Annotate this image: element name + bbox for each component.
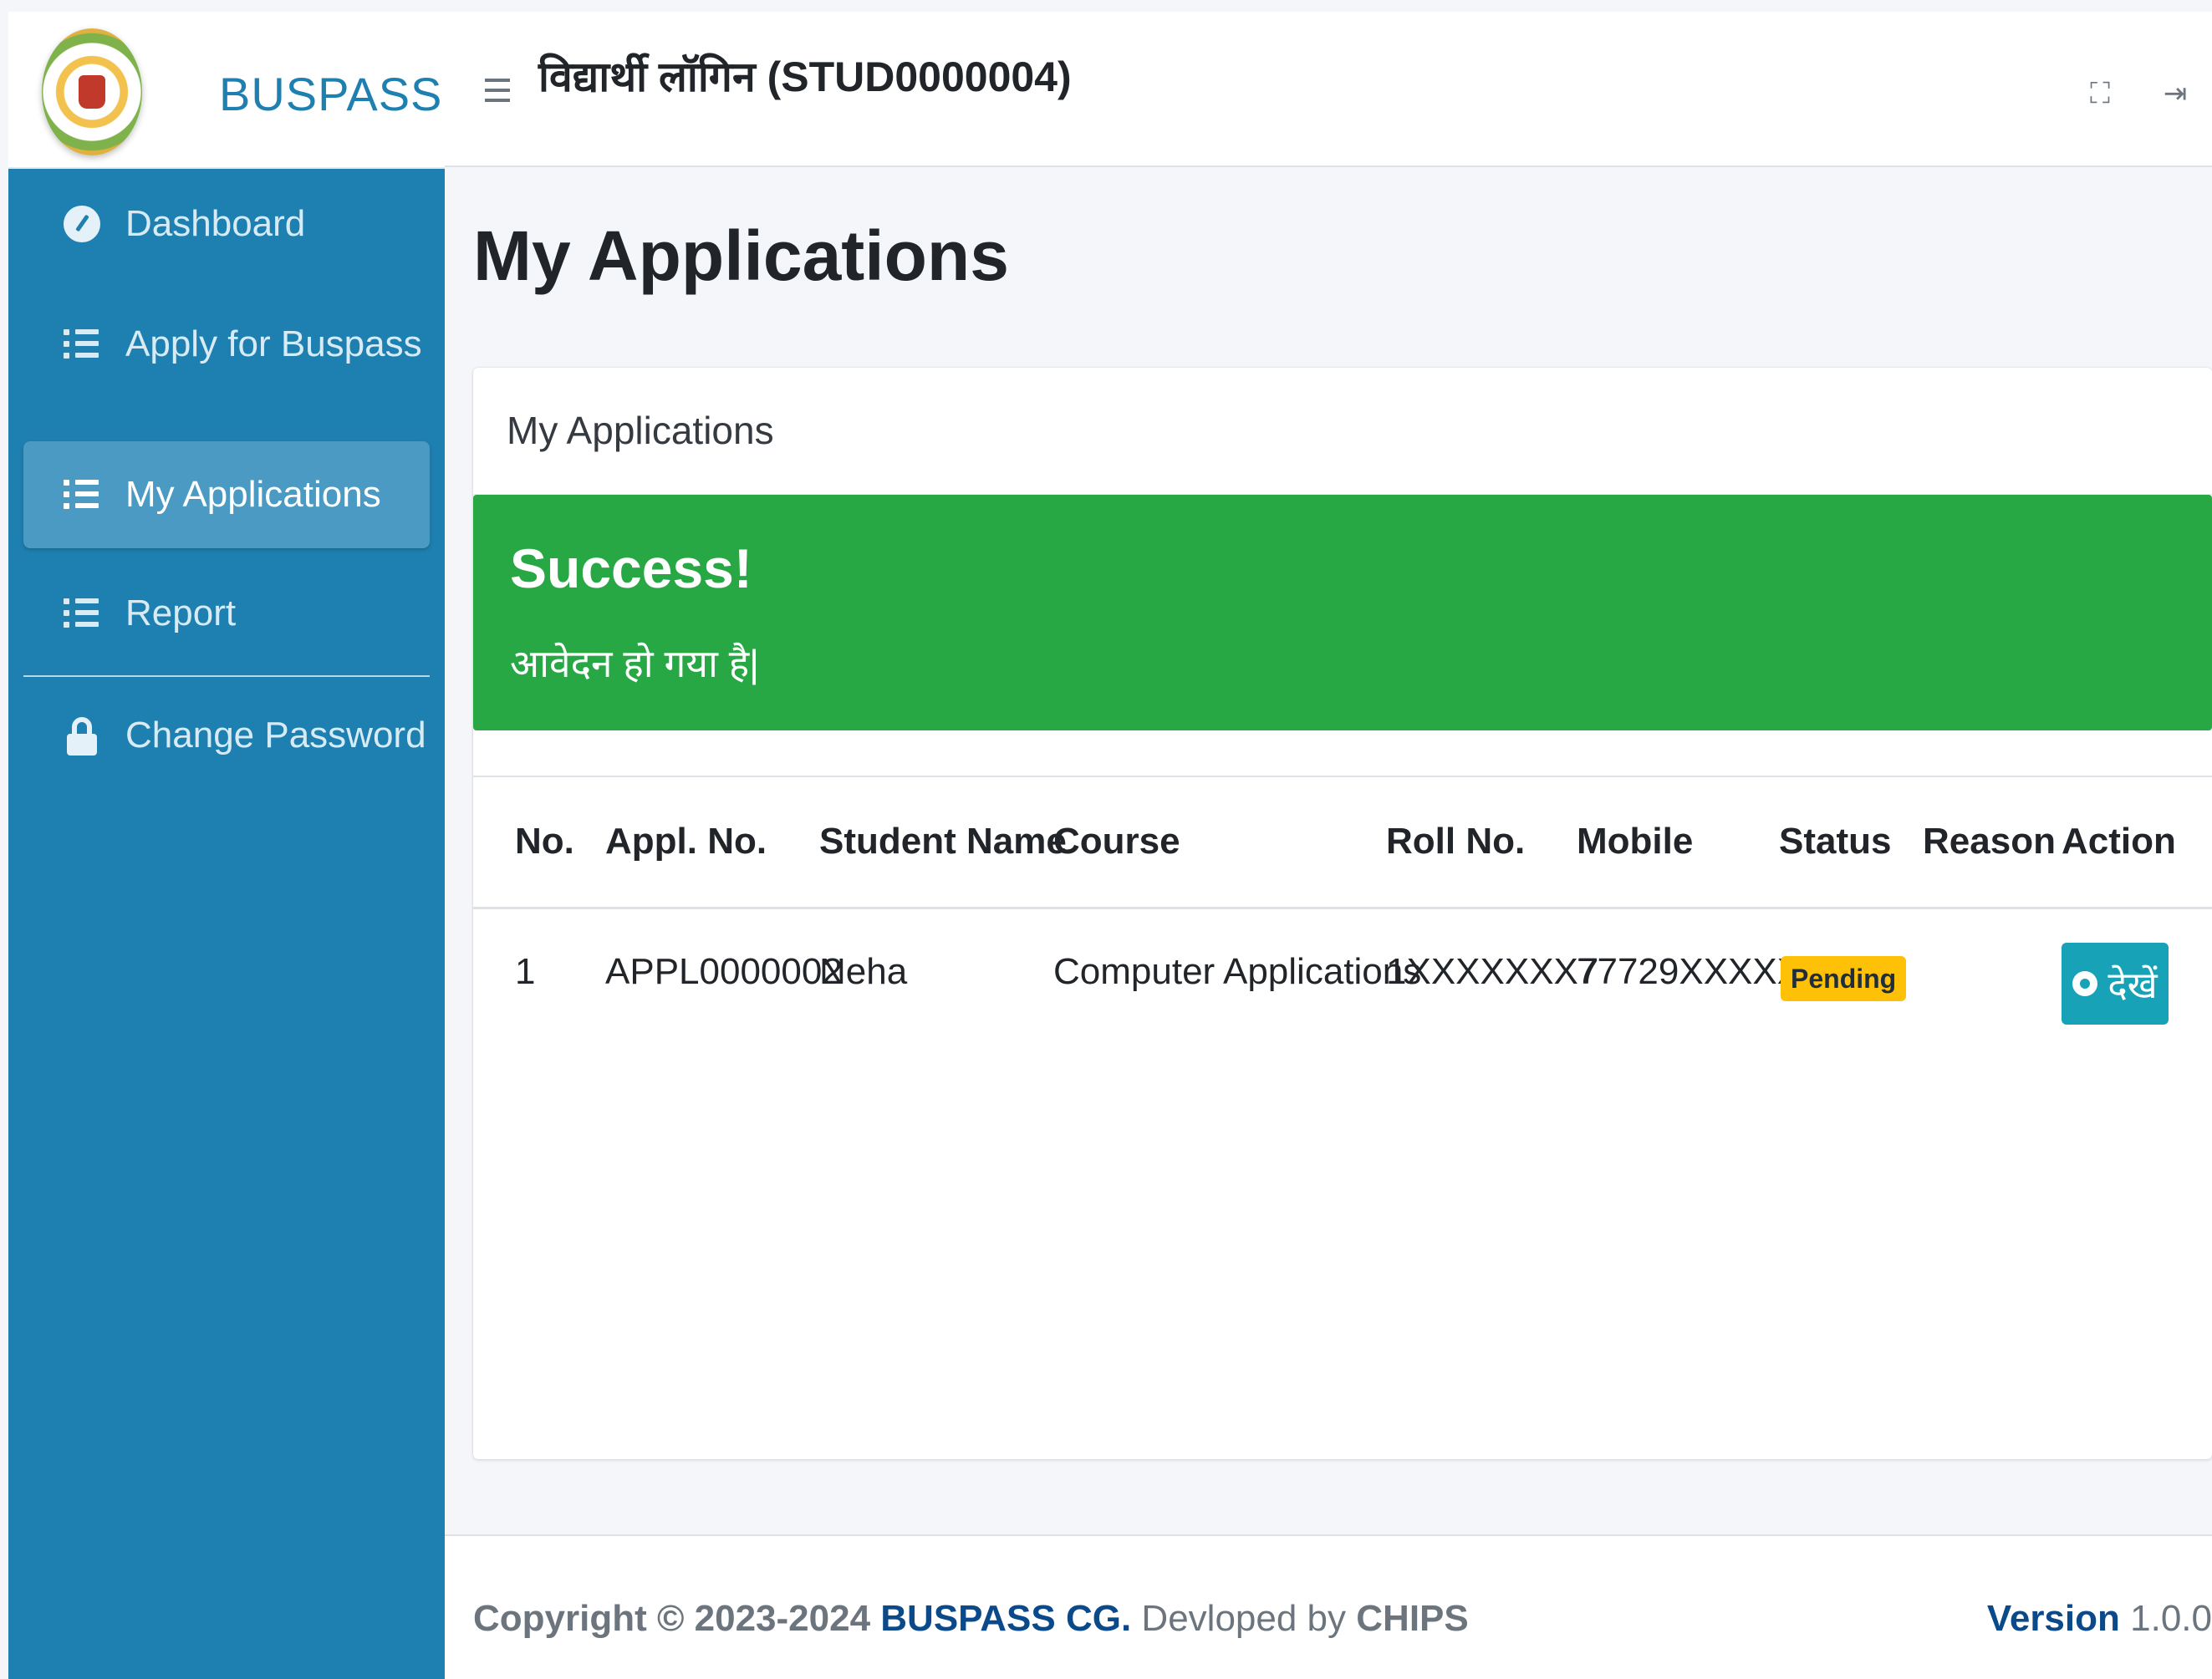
cell-student-name: Neha [819,951,908,992]
version-label: Version [1986,1598,2120,1639]
logout-icon[interactable]: ⇥ [2160,79,2190,109]
sidebar-item-my-applications[interactable]: My Applications [23,441,430,548]
government-emblem-logo [42,28,142,155]
footer-version: Version 1.0.0 [1987,1598,2212,1640]
card-header: My Applications [473,368,2212,495]
developed-by-text: Devloped by [1141,1598,1347,1639]
column-header-mobile: Mobile [1577,821,1694,862]
view-button[interactable]: देखें [2062,943,2169,1025]
header-title: विद्यार्थी लॉगिन (STUD0000004) [538,53,1072,100]
table-header: No. Appl. No. Student Name Course Roll N… [473,776,2212,909]
app-frame: BUSPASS Dashboard Apply for Buspass My A… [0,0,2212,1679]
lock-icon [64,717,100,756]
sidebar-item-label: Apply for Buspass [125,323,422,364]
column-header-reason: Reason [1923,821,2056,862]
list-icon [64,326,100,363]
column-header-status: Status [1779,821,1892,862]
emblem-center [79,75,105,109]
sidebar-divider [23,675,430,677]
cell-roll-no: 1XXXXXXX7 [1386,951,1599,992]
hamburger-menu-icon[interactable] [485,75,510,105]
sidebar-item-dashboard[interactable]: Dashboard [23,170,430,277]
list-icon [64,595,100,632]
sidebar-item-apply-for-buspass[interactable]: Apply for Buspass [23,291,430,398]
cell-mobile: 77729XXXXX [1577,951,1802,992]
sidebar: BUSPASS Dashboard Apply for Buspass My A… [8,12,445,1679]
cell-appl-no: APPL0000002 [605,951,843,992]
brand-link[interactable]: BUSPASS [8,12,445,169]
view-button-label: देखें [2108,965,2158,1006]
developer-name: CHIPS [1356,1598,1469,1639]
applications-card: My Applications Success! आवेदन हो गया है… [473,368,2212,1459]
column-header-student-name: Student Name [819,821,1067,862]
alert-heading: Success! [510,537,752,599]
footer-brand-link[interactable]: BUSPASS CG. [880,1598,1131,1639]
column-header-no: No. [515,821,574,862]
sidebar-item-label: Change Password [125,715,426,756]
column-header-course: Course [1053,821,1180,862]
dashboard-icon [64,206,100,242]
card-title: My Applications [507,409,774,452]
brand-name: BUSPASS [219,68,443,120]
table-row: 1 APPL0000002 Neha Computer Applications… [473,909,2212,1060]
alert-message: आवेदन हो गया है| [510,642,760,685]
eye-icon [2072,971,2098,996]
success-alert: Success! आवेदन हो गया है| [473,495,2212,730]
sidebar-item-label: Dashboard [125,203,306,244]
top-navbar: विद्यार्थी लॉगिन (STUD0000004) ⛶ ⇥ [445,12,2212,167]
footer-copyright: Copyright © 2023-2024 BUSPASS CG. Devlop… [473,1598,1469,1640]
page-title: My Applications [473,216,1009,295]
sidebar-item-change-password[interactable]: Change Password [23,682,430,789]
status-badge: Pending [1781,956,1907,1001]
expand-icon[interactable]: ⛶ [2085,79,2115,109]
cell-course: Computer Applications [1053,951,1422,992]
sidebar-item-report[interactable]: Report [23,560,430,667]
column-header-action: Action [2062,821,2176,862]
sidebar-item-label: Report [125,593,237,633]
copyright-prefix: Copyright © 2023-2024 [473,1598,871,1639]
column-header-appl-no: Appl. No. [605,821,767,862]
cell-no: 1 [515,951,536,992]
footer: Copyright © 2023-2024 BUSPASS CG. Devlop… [445,1534,2212,1679]
column-header-roll-no: Roll No. [1386,821,1526,862]
sidebar-item-label: My Applications [125,474,381,515]
list-icon [64,476,100,513]
version-number: 1.0.0 [2130,1598,2212,1639]
